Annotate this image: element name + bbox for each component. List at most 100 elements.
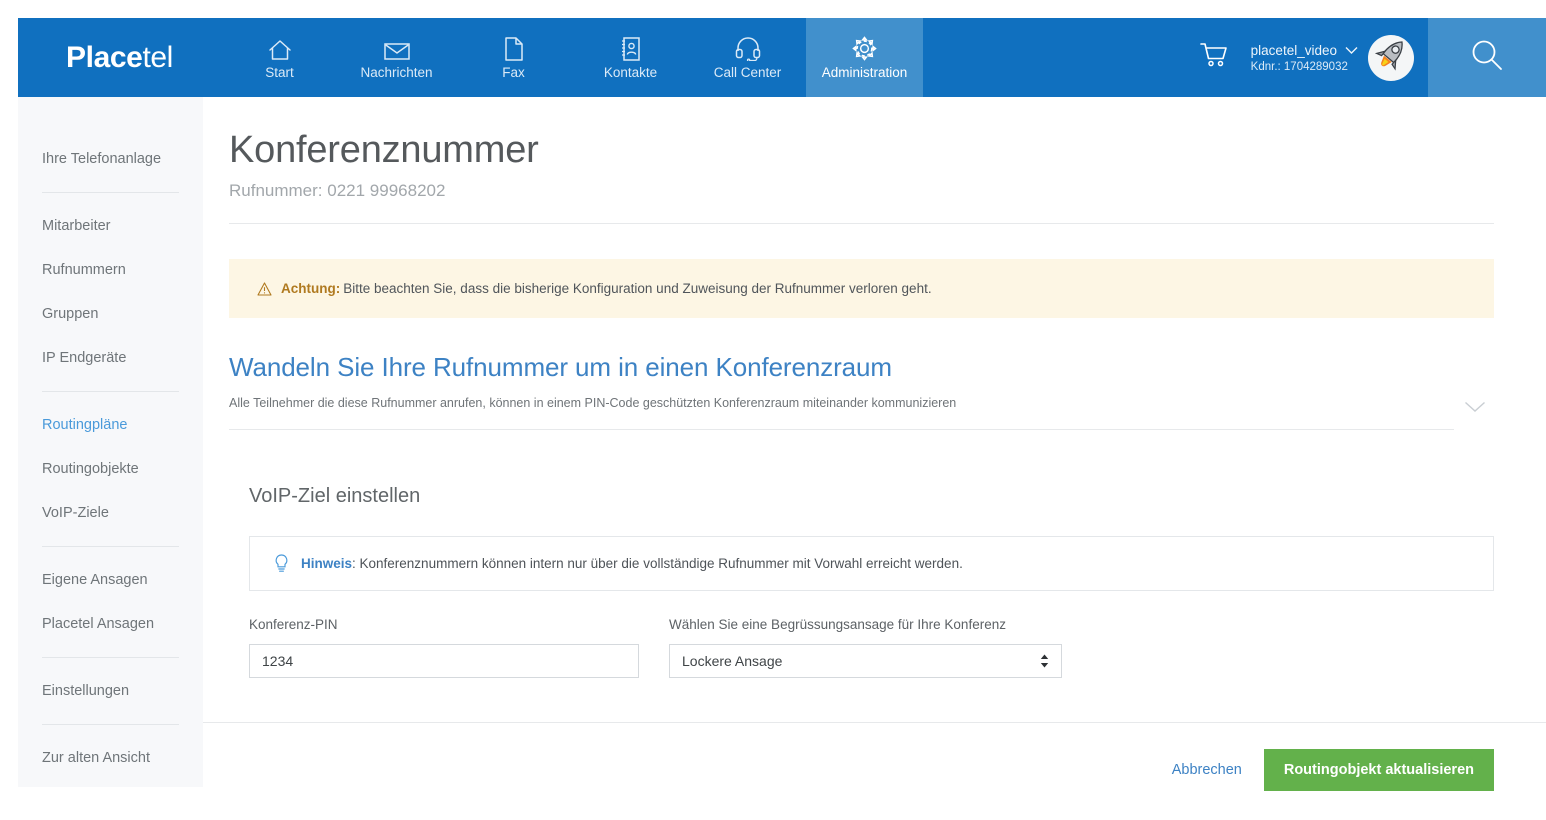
form-fields: Konferenz-PIN 1234 Wählen Sie eine Begrü… bbox=[249, 617, 1494, 678]
sidebar-item-eigene-ansagen[interactable]: Eigene Ansagen bbox=[18, 558, 203, 602]
gear-icon bbox=[852, 35, 877, 61]
voip-heading: VoIP-Ziel einstellen bbox=[249, 484, 421, 507]
greeting-announcement-value: Lockere Ansage bbox=[682, 652, 783, 669]
sidebar-item-label: Mitarbeiter bbox=[42, 218, 111, 234]
form-actions: Abbrechen Routingobjekt aktualisieren bbox=[229, 748, 1494, 791]
nav-item-start-label: Start bbox=[265, 65, 294, 81]
warning-triangle-icon bbox=[257, 282, 272, 296]
nav-item-fax-label: Fax bbox=[502, 65, 525, 81]
updown-spinner-icon bbox=[1040, 654, 1049, 668]
update-routing-object-button[interactable]: Routingobjekt aktualisieren bbox=[1263, 748, 1494, 791]
logo-text-bold: Place bbox=[66, 40, 143, 74]
main-content: Konferenznummer Rufnummer: 0221 99968202… bbox=[203, 97, 1546, 820]
nav-item-call-center-label: Call Center bbox=[713, 65, 782, 81]
header-spacer bbox=[923, 18, 1177, 97]
search-icon bbox=[1469, 37, 1505, 78]
top-navbar: Placetel Start Nachrichten Fax Kontakte … bbox=[18, 18, 1546, 97]
shopping-cart-icon bbox=[1199, 40, 1229, 75]
sidebar-item-label: Eigene Ansagen bbox=[42, 572, 148, 588]
nav-item-nachrichten[interactable]: Nachrichten bbox=[338, 18, 455, 97]
sidebar-divider bbox=[42, 192, 179, 193]
title-divider bbox=[229, 222, 1494, 224]
headset-icon bbox=[735, 35, 761, 62]
nav-item-fax[interactable]: Fax bbox=[455, 18, 572, 97]
envelope-icon bbox=[383, 35, 410, 61]
conference-pin-label: Konferenz-PIN bbox=[249, 616, 338, 632]
convert-heading: Wandeln Sie Ihre Rufnummer um in einen K… bbox=[229, 351, 892, 382]
hint-banner: Hinweis : Konferenznummern können intern… bbox=[249, 535, 1494, 591]
sidebar-item-placetel-ansagen[interactable]: Placetel Ansagen bbox=[18, 602, 203, 646]
sidebar-item-gruppen[interactable]: Gruppen bbox=[18, 292, 203, 336]
convert-collapse-toggle[interactable] bbox=[1464, 400, 1486, 418]
nav-item-nachrichten-label: Nachrichten bbox=[360, 65, 433, 81]
sidebar-item-routingobjekte[interactable]: Routingobjekte bbox=[18, 447, 203, 491]
conference-pin-field: Konferenz-PIN 1234 bbox=[249, 617, 639, 678]
logo-text: Placetel bbox=[66, 41, 173, 75]
nav-item-administration-label: Administration bbox=[821, 65, 908, 81]
sidebar-item-ip-endgeraete[interactable]: IP Endgeräte bbox=[18, 336, 203, 380]
sidebar-divider bbox=[42, 546, 179, 547]
logo-text-thin: tel bbox=[142, 40, 173, 74]
nav-item-kontakte[interactable]: Kontakte bbox=[572, 18, 689, 97]
avatar bbox=[1368, 34, 1414, 81]
sidebar-item-rufnummern[interactable]: Rufnummern bbox=[18, 248, 203, 292]
account-menu[interactable]: placetel_video Kdnr.: 1704289032 bbox=[1251, 18, 1368, 97]
search-button[interactable] bbox=[1428, 18, 1546, 97]
greeting-announcement-field: Wählen Sie eine Begrüssungsansage für Ih… bbox=[669, 617, 1062, 678]
convert-description: Alle Teilnehmer die diese Rufnummer anru… bbox=[229, 395, 957, 410]
footer-divider bbox=[203, 721, 1546, 723]
warning-text: Bitte beachten Sie, dass die bisherige K… bbox=[343, 280, 932, 296]
page-subtitle: Rufnummer: 0221 99968202 bbox=[229, 180, 446, 200]
document-icon bbox=[504, 35, 524, 61]
chevron-down-icon bbox=[1345, 43, 1358, 58]
sidebar-item-label: Einstellungen bbox=[42, 683, 130, 699]
sidebar-item-label: VoIP-Ziele bbox=[42, 505, 109, 521]
avatar-wrapper[interactable] bbox=[1368, 18, 1428, 97]
hint-text: : Konferenznummern können intern nur übe… bbox=[352, 555, 963, 571]
greeting-announcement-label: Wählen Sie eine Begrüssungsansage für Ih… bbox=[669, 616, 1006, 632]
voip-target-panel: VoIP-Ziel einstellen Hinweis : Konferenz… bbox=[249, 430, 1494, 678]
account-name-label: placetel_video bbox=[1250, 42, 1337, 58]
placetel-logo[interactable]: Placetel bbox=[18, 18, 221, 97]
greeting-announcement-select[interactable]: Lockere Ansage bbox=[669, 643, 1062, 678]
rocket-avatar-icon bbox=[1369, 35, 1413, 81]
sidebar-item-label: Placetel Ansagen bbox=[42, 616, 155, 632]
sidebar-divider bbox=[42, 657, 179, 658]
convert-divider bbox=[229, 428, 1454, 430]
sidebar-item-label: Gruppen bbox=[42, 306, 99, 322]
account-name-row: placetel_video bbox=[1251, 43, 1358, 58]
conference-pin-input[interactable]: 1234 bbox=[249, 643, 639, 678]
sidebar-item-label: Ihre Telefonanlage bbox=[42, 151, 162, 167]
address-book-icon bbox=[620, 35, 642, 61]
sidebar: Ihre Telefonanlage Mitarbeiter Rufnummer… bbox=[18, 97, 203, 787]
warning-banner: Achtung: Bitte beachten Sie, dass die bi… bbox=[229, 258, 1494, 318]
main-nav: Start Nachrichten Fax Kontakte Call Cent… bbox=[221, 18, 923, 97]
sidebar-item-label: Zur alten Ansicht bbox=[42, 750, 150, 766]
sidebar-item-einstellungen[interactable]: Einstellungen bbox=[18, 669, 203, 713]
conference-pin-value: 1234 bbox=[262, 652, 294, 669]
sidebar-item-ihre-telefonanlage[interactable]: Ihre Telefonanlage bbox=[18, 137, 203, 181]
lightbulb-icon bbox=[274, 554, 289, 573]
convert-section: Wandeln Sie Ihre Rufnummer um in einen K… bbox=[229, 352, 1494, 430]
cart-button[interactable] bbox=[1177, 18, 1251, 97]
nav-item-kontakte-label: Kontakte bbox=[603, 65, 658, 81]
account-customer-number: Kdnr.: 1704289032 bbox=[1250, 60, 1348, 73]
chevron-down-icon bbox=[1464, 400, 1486, 417]
sidebar-item-label: Rufnummern bbox=[42, 262, 126, 278]
nav-item-administration[interactable]: Administration bbox=[806, 18, 923, 97]
cancel-button[interactable]: Abbrechen bbox=[1172, 762, 1242, 778]
sidebar-item-routingplaene[interactable]: Routingpläne bbox=[18, 403, 203, 447]
hint-label: Hinweis bbox=[301, 555, 353, 571]
sidebar-item-voip-ziele[interactable]: VoIP-Ziele bbox=[18, 491, 203, 535]
nav-item-start[interactable]: Start bbox=[221, 18, 338, 97]
home-icon bbox=[268, 35, 292, 61]
sidebar-divider bbox=[42, 391, 179, 392]
sidebar-item-label: IP Endgeräte bbox=[42, 350, 127, 366]
page-title: Konferenznummer bbox=[229, 129, 539, 171]
sidebar-divider bbox=[42, 724, 179, 725]
nav-item-call-center[interactable]: Call Center bbox=[689, 18, 806, 97]
warning-label: Achtung: bbox=[281, 280, 341, 296]
sidebar-item-mitarbeiter[interactable]: Mitarbeiter bbox=[18, 204, 203, 248]
sidebar-item-label: Routingobjekte bbox=[42, 461, 139, 477]
sidebar-item-zur-alten-ansicht[interactable]: Zur alten Ansicht bbox=[18, 736, 203, 780]
